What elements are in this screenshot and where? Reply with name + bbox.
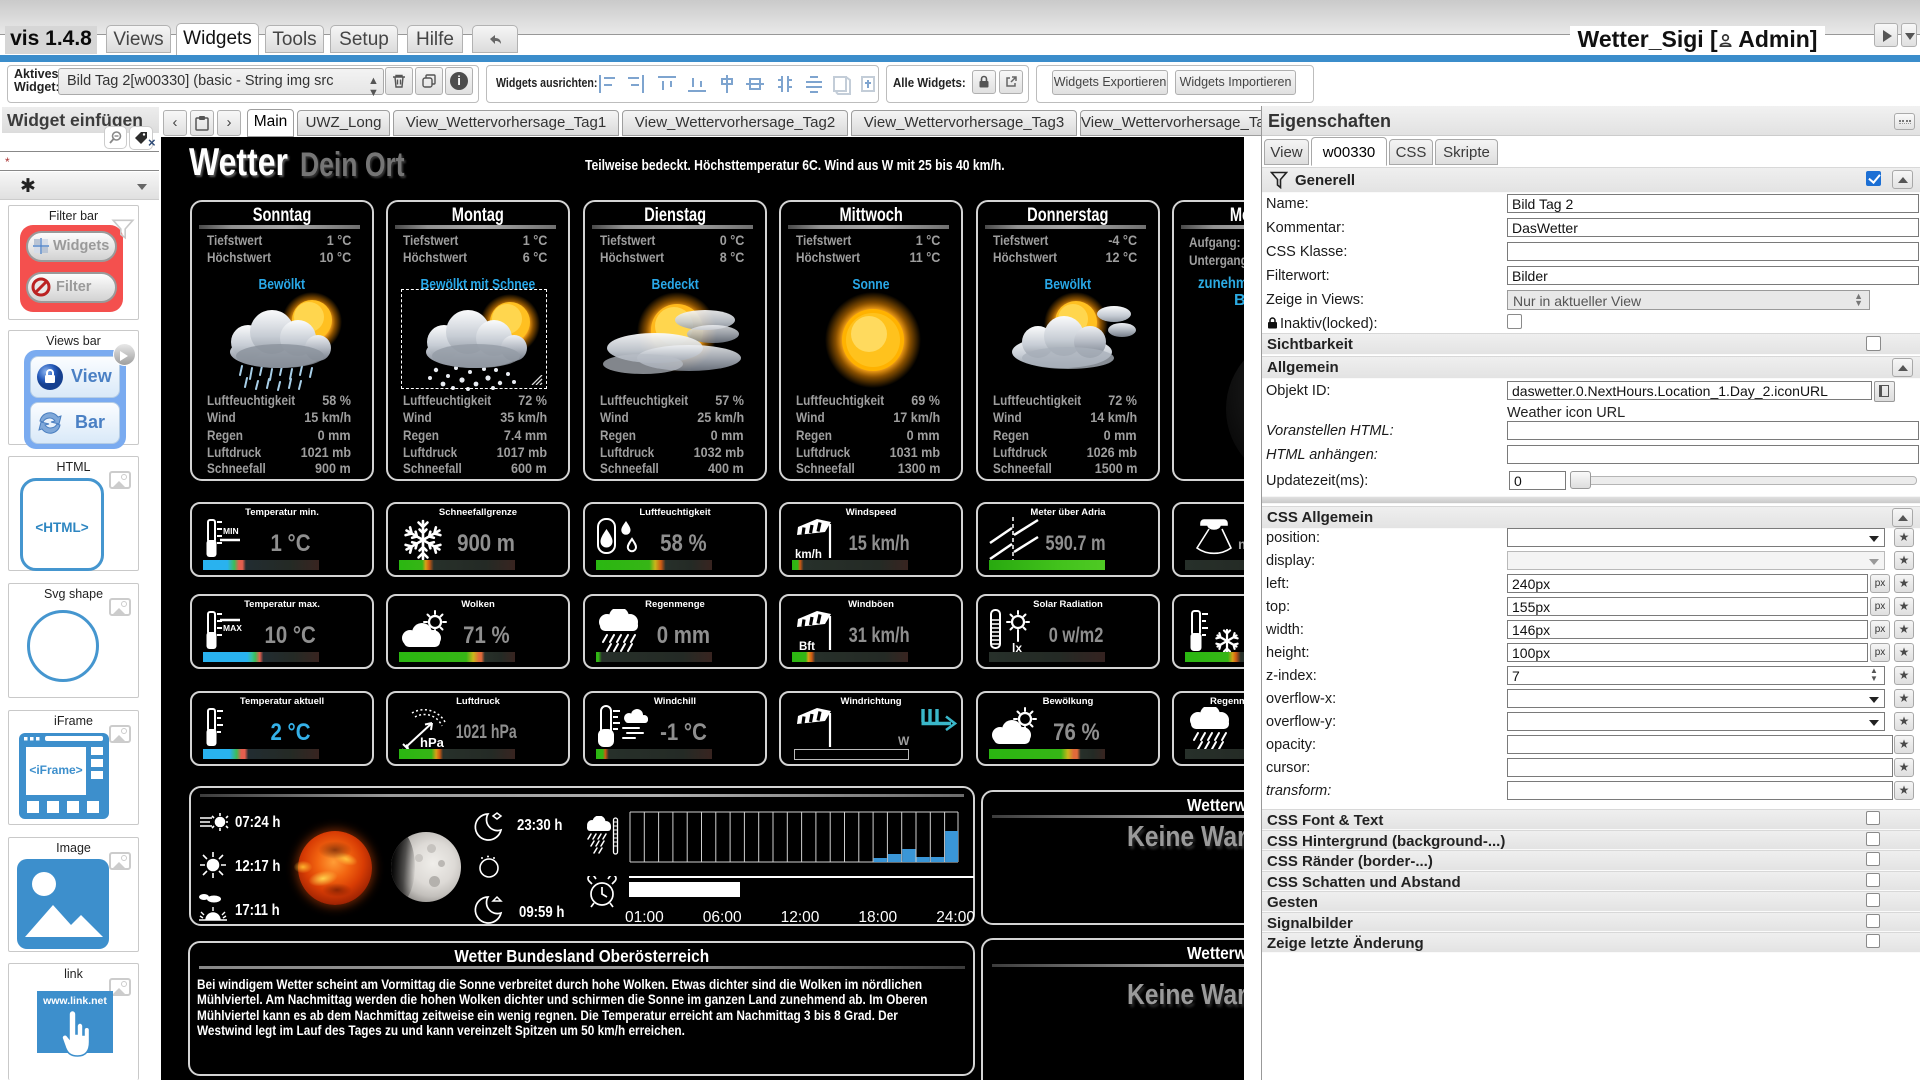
svg-text:<iFrame>: <iFrame> xyxy=(29,763,82,777)
